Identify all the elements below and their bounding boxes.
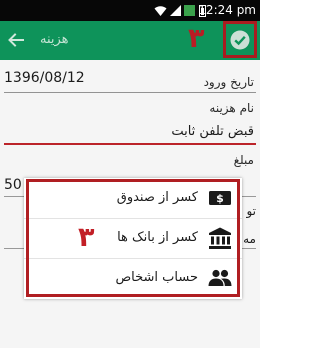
status-bar: 12:24 pm [0,0,260,21]
signal-icon [170,5,181,16]
status-time: 12:24 pm [198,3,256,17]
notification-icon [184,5,195,16]
wifi-icon [154,6,167,16]
highlight-frame [26,179,240,297]
